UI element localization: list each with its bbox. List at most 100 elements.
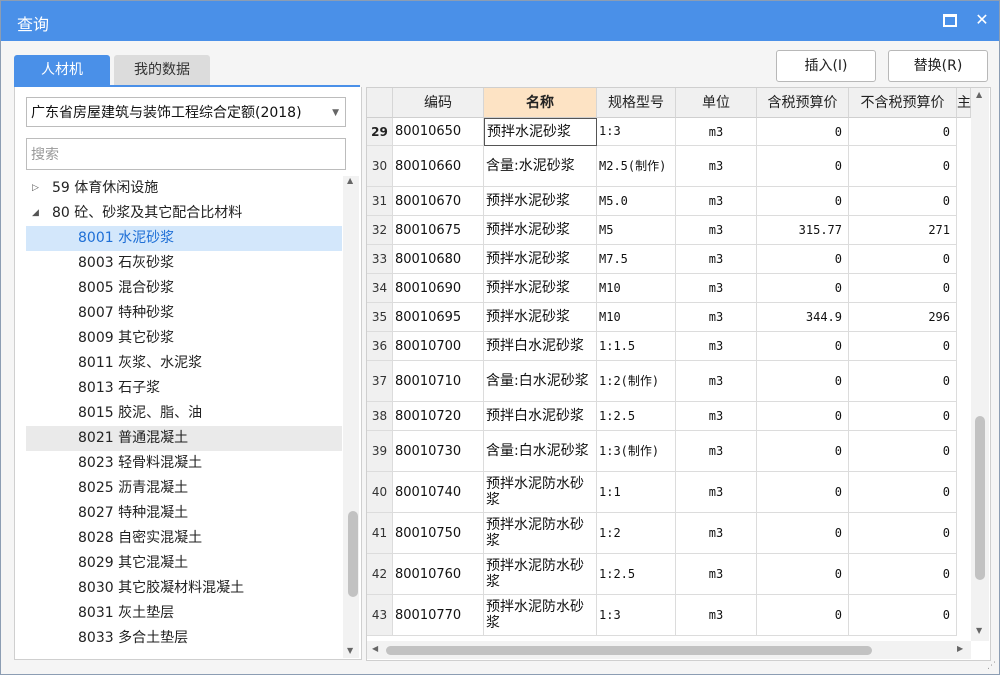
cell-unit[interactable]: m3 [676, 332, 757, 361]
cell-p1[interactable]: 0 [757, 361, 849, 402]
cell-unit[interactable]: m3 [676, 361, 757, 402]
header-code[interactable]: 编码 [393, 88, 484, 118]
cell-name[interactable]: 预拌水泥防水砂浆 [484, 554, 597, 595]
cell-p1[interactable]: 0 [757, 146, 849, 187]
table-row[interactable]: 31 80010670 预拌水泥砂浆 M5.0 m3 0 0 [367, 187, 957, 216]
cell-p2[interactable]: 0 [849, 187, 957, 216]
tree-item[interactable]: 8025 沥青混凝土 [26, 476, 342, 501]
cell-p2[interactable]: 0 [849, 332, 957, 361]
cell-spec[interactable]: 1:2.5 [597, 402, 676, 431]
table-vscroll-thumb[interactable] [975, 416, 985, 580]
cell-p2[interactable]: 0 [849, 472, 957, 513]
search-input[interactable]: 搜索 [26, 138, 346, 170]
table-row[interactable]: 41 80010750 预拌水泥防水砂浆 1:2 m3 0 0 [367, 513, 957, 554]
tree-item[interactable]: 8021 普通混凝土 [26, 426, 342, 451]
tree-item[interactable]: 8028 自密实混凝土 [26, 526, 342, 551]
resize-grip-icon[interactable]: ⋰ [987, 661, 996, 671]
tree-item[interactable]: 8029 其它混凝土 [26, 551, 342, 576]
cell-unit[interactable]: m3 [676, 554, 757, 595]
cell-name[interactable]: 预拌水泥砂浆 [484, 118, 597, 146]
tree-item[interactable]: 8007 特种砂浆 [26, 301, 342, 326]
header-notax-price[interactable]: 不含税预算价 [849, 88, 957, 118]
cell-p1[interactable]: 0 [757, 431, 849, 472]
header-name[interactable]: 名称 [484, 88, 597, 118]
cell-spec[interactable]: M10 [597, 274, 676, 303]
scroll-down-icon[interactable]: ▼ [347, 646, 353, 655]
cell-code[interactable]: 80010740 [393, 472, 484, 513]
table-row[interactable]: 39 80010730 含量:白水泥砂浆 1:3(制作) m3 0 0 [367, 431, 957, 472]
cell-code[interactable]: 80010720 [393, 402, 484, 431]
cell-spec[interactable]: 1:2 [597, 513, 676, 554]
cell-p2[interactable]: 0 [849, 431, 957, 472]
table-row[interactable]: 38 80010720 预拌白水泥砂浆 1:2.5 m3 0 0 [367, 402, 957, 431]
cell-code[interactable]: 80010680 [393, 245, 484, 274]
cell-name[interactable]: 预拌水泥防水砂浆 [484, 513, 597, 554]
tree-item[interactable]: 8031 灰土垫层 [26, 601, 342, 626]
cell-p1[interactable]: 0 [757, 245, 849, 274]
cell-p1[interactable]: 0 [757, 274, 849, 303]
tree-item[interactable]: ▷ 59 体育休闲设施 [26, 176, 342, 201]
cell-p1[interactable]: 0 [757, 187, 849, 216]
tree-item[interactable]: 8011 灰浆、水泥浆 [26, 351, 342, 376]
cell-code[interactable]: 80010650 [393, 118, 484, 146]
cell-spec[interactable]: 1:3 [597, 118, 676, 146]
cell-p1[interactable]: 315.77 [757, 216, 849, 245]
cell-spec[interactable]: M5 [597, 216, 676, 245]
cell-spec[interactable]: 1:3(制作) [597, 431, 676, 472]
cell-spec[interactable]: M2.5(制作) [597, 146, 676, 187]
tab-my-data[interactable]: 我的数据 [114, 55, 210, 85]
cell-p2[interactable]: 0 [849, 274, 957, 303]
insert-button[interactable]: 插入(I) [776, 50, 876, 82]
table-row[interactable]: 35 80010695 预拌水泥砂浆 M10 m3 344.9 296 [367, 303, 957, 332]
cell-p1[interactable]: 0 [757, 118, 849, 146]
expanded-arrow-icon[interactable]: ◢ [32, 201, 39, 226]
cell-unit[interactable]: m3 [676, 187, 757, 216]
title-bar[interactable]: 查询 ✕ [1, 1, 999, 41]
tree-scrollbar[interactable]: ▲ ▼ [343, 176, 359, 658]
cell-unit[interactable]: m3 [676, 118, 757, 146]
cell-p2[interactable]: 0 [849, 361, 957, 402]
cell-code[interactable]: 80010770 [393, 595, 484, 636]
tab-materials[interactable]: 人材机 [14, 55, 110, 85]
table-row[interactable]: 33 80010680 预拌水泥砂浆 M7.5 m3 0 0 [367, 245, 957, 274]
scroll-right-icon[interactable]: ▶ [957, 644, 963, 653]
cell-p1[interactable]: 0 [757, 513, 849, 554]
cell-unit[interactable]: m3 [676, 303, 757, 332]
cell-p2[interactable]: 0 [849, 595, 957, 636]
cell-p1[interactable]: 0 [757, 554, 849, 595]
header-spec[interactable]: 规格型号 [597, 88, 676, 118]
close-icon[interactable]: ✕ [971, 9, 993, 31]
cell-spec[interactable]: 1:1.5 [597, 332, 676, 361]
cell-name[interactable]: 预拌水泥砂浆 [484, 216, 597, 245]
table-row[interactable]: 43 80010770 预拌水泥防水砂浆 1:3 m3 0 0 [367, 595, 957, 636]
cell-code[interactable]: 80010750 [393, 513, 484, 554]
cell-unit[interactable]: m3 [676, 472, 757, 513]
quota-library-select[interactable]: 广东省房屋建筑与装饰工程综合定额(2018) ▼ [26, 97, 346, 127]
cell-code[interactable]: 80010675 [393, 216, 484, 245]
cell-spec[interactable]: 1:2.5 [597, 554, 676, 595]
cell-p2[interactable]: 0 [849, 118, 957, 146]
cell-p1[interactable]: 0 [757, 402, 849, 431]
table-horizontal-scrollbar[interactable]: ◀ ▶ [367, 641, 971, 659]
cell-name[interactable]: 预拌水泥防水砂浆 [484, 595, 597, 636]
cell-p2[interactable]: 0 [849, 146, 957, 187]
cell-name[interactable]: 预拌白水泥砂浆 [484, 332, 597, 361]
cell-unit[interactable]: m3 [676, 513, 757, 554]
header-main[interactable]: 主 [957, 88, 971, 118]
table-row[interactable]: 30 80010660 含量:水泥砂浆 M2.5(制作) m3 0 0 [367, 146, 957, 187]
cell-p1[interactable]: 0 [757, 332, 849, 361]
table-hscroll-thumb[interactable] [386, 646, 872, 655]
tree-item[interactable]: 8001 水泥砂浆 [26, 226, 342, 251]
collapsed-arrow-icon[interactable]: ▷ [32, 176, 39, 201]
cell-spec[interactable]: M7.5 [597, 245, 676, 274]
cell-p2[interactable]: 296 [849, 303, 957, 332]
cell-name[interactable]: 含量:白水泥砂浆 [484, 361, 597, 402]
table-row[interactable]: 32 80010675 预拌水泥砂浆 M5 m3 315.77 271 [367, 216, 957, 245]
replace-button[interactable]: 替换(R) [888, 50, 988, 82]
header-tax-price[interactable]: 含税预算价 [757, 88, 849, 118]
tree-item[interactable]: 8027 特种混凝土 [26, 501, 342, 526]
cell-unit[interactable]: m3 [676, 431, 757, 472]
cell-p2[interactable]: 0 [849, 513, 957, 554]
scroll-up-icon[interactable]: ▲ [976, 90, 982, 99]
tree-item[interactable]: 8003 石灰砂浆 [26, 251, 342, 276]
